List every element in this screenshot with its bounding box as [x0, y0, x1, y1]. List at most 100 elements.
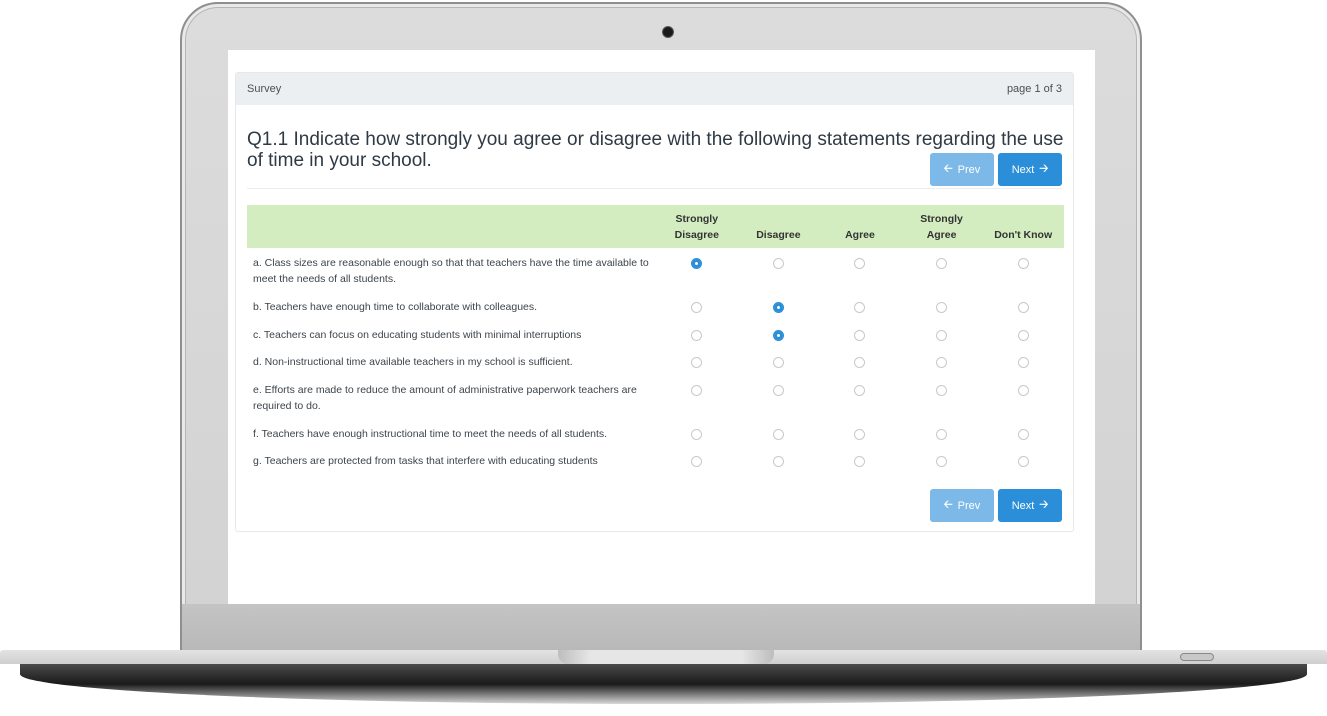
radio-cell — [819, 446, 901, 467]
radio-button[interactable] — [854, 384, 866, 396]
radio-button[interactable] — [772, 384, 784, 396]
statement-text: f. Teachers have enough instructional ti… — [253, 427, 608, 440]
radio-cell — [819, 292, 901, 313]
radio-cell — [738, 320, 820, 341]
radio-button[interactable] — [691, 329, 703, 341]
radio-cell — [982, 320, 1064, 341]
column-header-agree: Agree — [845, 229, 875, 241]
radio-cell — [656, 375, 738, 396]
webcam-icon — [662, 26, 674, 38]
radio-button[interactable] — [936, 258, 948, 269]
table-row: g. Teachers are protected from tasks tha… — [247, 446, 1064, 474]
arrow-right-icon: 🡢 — [1039, 499, 1049, 511]
prev-label: Prev — [957, 499, 981, 512]
radio-cell — [901, 446, 983, 467]
radio-cell — [982, 248, 1064, 269]
radio-cell — [656, 320, 738, 341]
radio-button[interactable] — [1017, 456, 1029, 467]
statement-text: e. Efforts are made to reduce the amount… — [253, 383, 637, 412]
radio-cell — [656, 248, 738, 269]
radio-cell — [901, 248, 983, 269]
question-divider — [247, 188, 1062, 189]
top-navigation: 🡠 Prev Next 🡢 — [930, 153, 1062, 186]
radio-cell — [982, 375, 1064, 396]
radio-button[interactable] — [936, 428, 948, 440]
radio-button[interactable] — [1017, 357, 1029, 368]
arrow-left-icon: 🡠 — [943, 163, 953, 175]
radio-button[interactable] — [691, 357, 703, 368]
laptop-port — [1180, 653, 1214, 661]
radio-cell — [901, 292, 983, 313]
laptop-screen: Survey page 1 of 3 Q1.1 Indicate how str… — [228, 50, 1095, 604]
radio-button[interactable] — [936, 329, 948, 341]
radio-button[interactable] — [1017, 329, 1029, 341]
column-header-disagree: Disagree — [756, 229, 801, 241]
next-button[interactable]: Next 🡢 — [998, 153, 1062, 186]
radio-button[interactable] — [936, 357, 948, 368]
radio-button[interactable] — [691, 384, 703, 396]
radio-cell — [819, 419, 901, 440]
radio-button[interactable] — [936, 456, 948, 467]
radio-button[interactable] — [854, 302, 866, 313]
radio-cell — [982, 446, 1064, 467]
radio-button[interactable] — [772, 302, 784, 313]
table-row: c. Teachers can focus on educating stude… — [247, 320, 1064, 348]
radio-button[interactable] — [854, 258, 866, 269]
radio-cell — [656, 419, 738, 440]
column-header-strongly-agree: Strongly Agree — [920, 213, 963, 241]
survey-title: Survey — [247, 83, 282, 95]
radio-cell — [901, 375, 983, 396]
radio-button[interactable] — [691, 258, 703, 269]
radio-button[interactable] — [936, 384, 948, 396]
next-button-bottom[interactable]: Next 🡢 — [998, 489, 1062, 522]
radio-cell — [901, 347, 983, 368]
radio-button[interactable] — [772, 456, 784, 467]
table-row: e. Efforts are made to reduce the amount… — [247, 375, 1064, 419]
table-row: d. Non-instructional time available teac… — [247, 347, 1064, 375]
radio-button[interactable] — [691, 302, 703, 313]
survey-header: Survey page 1 of 3 — [236, 73, 1073, 105]
radio-button[interactable] — [1017, 302, 1029, 313]
radio-button[interactable] — [1017, 428, 1029, 440]
radio-cell — [738, 248, 820, 269]
radio-button[interactable] — [854, 428, 866, 440]
statement-column-header — [247, 205, 656, 248]
radio-button[interactable] — [691, 456, 703, 467]
statement-text: g. Teachers are protected from tasks tha… — [253, 455, 598, 467]
arrow-left-icon: 🡠 — [943, 499, 953, 511]
radio-button[interactable] — [691, 428, 703, 440]
prev-button[interactable]: 🡠 Prev — [930, 153, 994, 186]
radio-cell — [656, 347, 738, 368]
survey-panel: Survey page 1 of 3 Q1.1 Indicate how str… — [235, 72, 1074, 532]
prev-button-bottom[interactable]: 🡠 Prev — [930, 489, 994, 522]
radio-button[interactable] — [854, 357, 866, 368]
statement-text: b. Teachers have enough time to collabor… — [253, 301, 538, 313]
radio-cell — [901, 419, 983, 440]
radio-button[interactable] — [772, 428, 784, 440]
radio-button[interactable] — [772, 357, 784, 368]
laptop-shadow — [20, 664, 1307, 704]
laptop-bezel-bottom — [182, 604, 1140, 652]
radio-cell — [738, 419, 820, 440]
radio-cell — [982, 292, 1064, 313]
table-row: f. Teachers have enough instructional ti… — [247, 419, 1064, 447]
radio-button[interactable] — [1017, 258, 1029, 269]
statement-text: a. Class sizes are reasonable enough so … — [253, 257, 649, 285]
arrow-right-icon: 🡢 — [1039, 163, 1049, 175]
laptop-hinge-notch — [558, 650, 774, 664]
radio-cell — [819, 248, 901, 269]
radio-cell — [738, 292, 820, 313]
next-label: Next — [1011, 163, 1035, 176]
radio-button[interactable] — [772, 329, 784, 341]
radio-cell — [982, 347, 1064, 368]
radio-button[interactable] — [936, 302, 948, 313]
radio-cell — [656, 292, 738, 313]
radio-button[interactable] — [854, 456, 866, 467]
column-header-dont-know: Don't Know — [994, 229, 1053, 241]
radio-button[interactable] — [1017, 384, 1029, 396]
table-row: a. Class sizes are reasonable enough so … — [247, 248, 1064, 292]
radio-cell — [982, 419, 1064, 440]
radio-button[interactable] — [854, 329, 866, 341]
radio-button[interactable] — [772, 258, 784, 269]
grid-rows: a. Class sizes are reasonable enough so … — [247, 248, 1064, 474]
